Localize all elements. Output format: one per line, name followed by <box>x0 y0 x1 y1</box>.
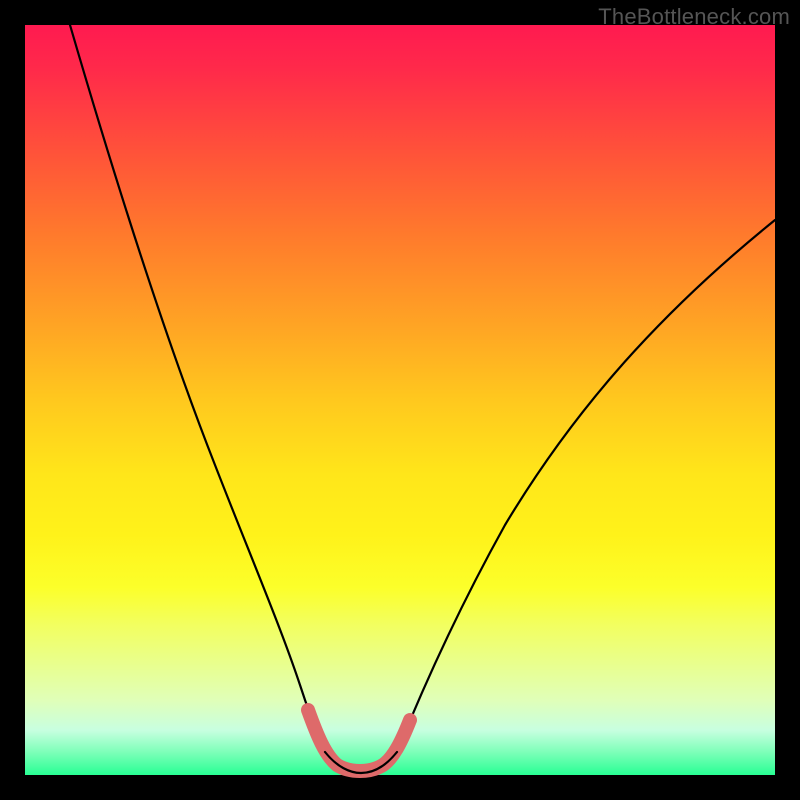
chart-frame: TheBottleneck.com <box>0 0 800 800</box>
curve-left-branch <box>70 25 325 752</box>
plot-area <box>25 25 775 775</box>
curve-right-branch <box>397 220 775 752</box>
watermark-text: TheBottleneck.com <box>598 4 790 30</box>
curves-svg <box>25 25 775 775</box>
valley-highlight <box>308 710 410 771</box>
